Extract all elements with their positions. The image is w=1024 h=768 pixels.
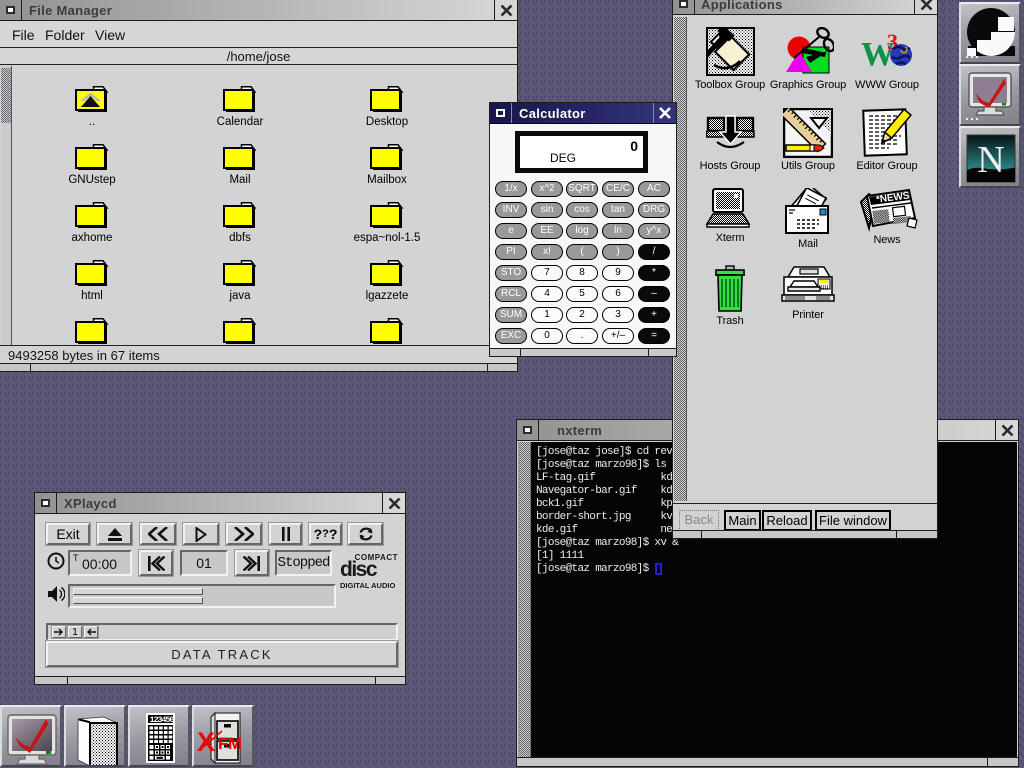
svg-text:123456: 123456 <box>150 715 175 725</box>
svg-text:N: N <box>977 139 1004 181</box>
svg-text:FM: FM <box>218 734 242 753</box>
svg-text:X: X <box>197 727 215 757</box>
